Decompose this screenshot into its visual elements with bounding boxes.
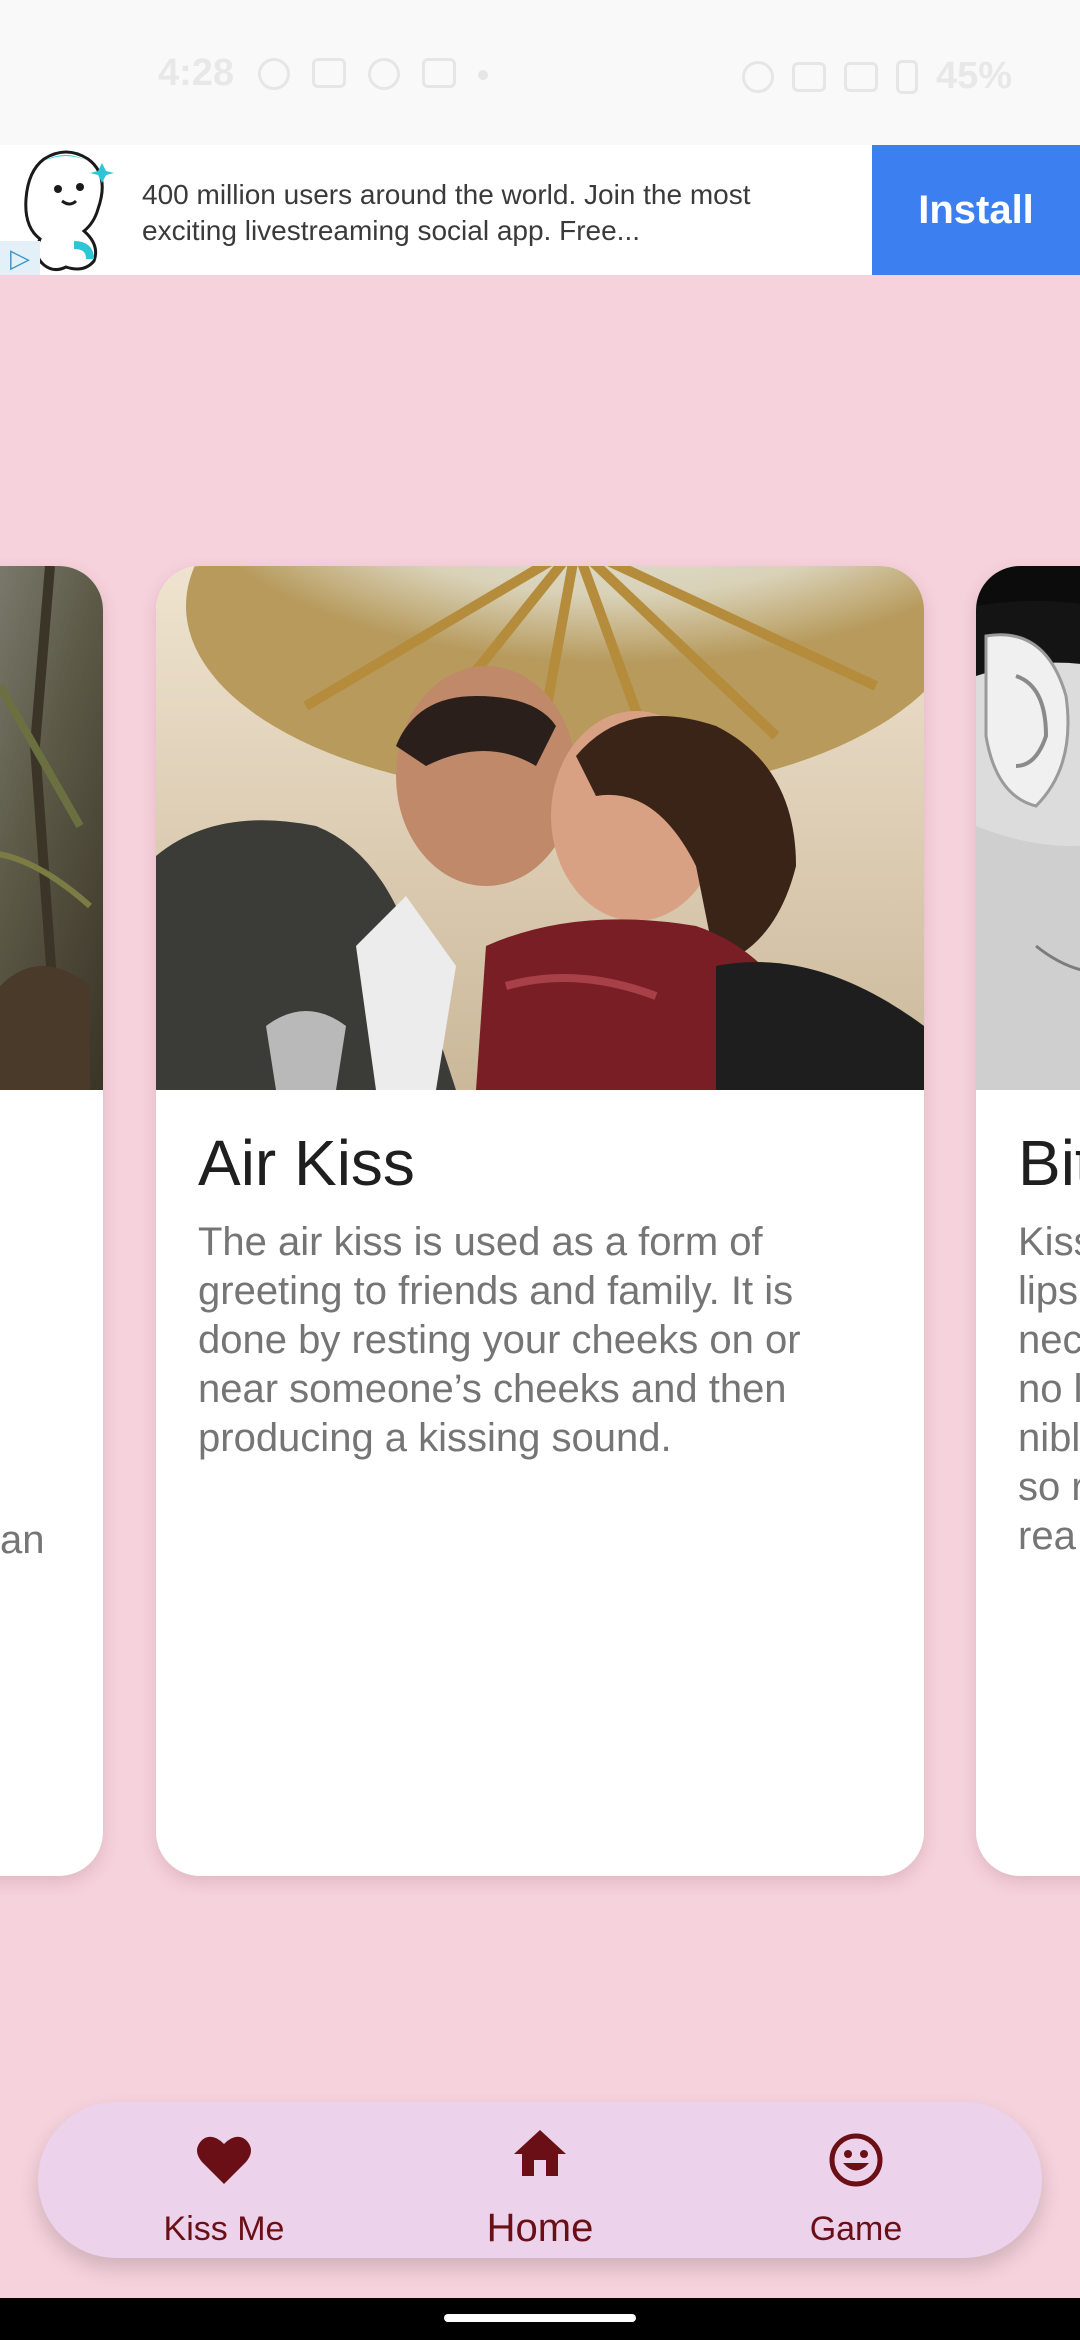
smiley-icon bbox=[829, 2133, 883, 2187]
nav-item-kiss-me[interactable]: Kiss Me bbox=[104, 2102, 344, 2258]
couple-kiss-photo bbox=[156, 566, 924, 1090]
nav-item-game[interactable]: Game bbox=[736, 2102, 976, 2258]
status-time: 4:28 bbox=[158, 52, 235, 94]
home-icon bbox=[514, 2130, 566, 2176]
battery-icon bbox=[896, 59, 918, 94]
adchoices-icon[interactable]: ▷ bbox=[0, 241, 40, 275]
desc-line: lips bbox=[1018, 1269, 1079, 1313]
dot-icon bbox=[478, 70, 488, 80]
gesture-handle[interactable] bbox=[444, 2314, 636, 2322]
bw-portrait-photo bbox=[976, 566, 1080, 1090]
card-description-lines: Kiss lips nec no l nibl so r rea bbox=[1018, 1218, 1080, 1561]
nav-label: Kiss Me bbox=[163, 2210, 285, 2248]
dnd-icon bbox=[742, 60, 774, 93]
person-icon bbox=[258, 58, 290, 90]
kiss-card-air-kiss[interactable]: Air Kiss The air kiss is used as a form … bbox=[156, 566, 924, 1876]
ad-banner[interactable]: ▷ 400 million users around the world. Jo… bbox=[0, 145, 1080, 275]
card-image bbox=[0, 566, 103, 1090]
card-description-fragment: an bbox=[0, 1518, 45, 1562]
card-image bbox=[976, 566, 1080, 1090]
desc-line: no l bbox=[1018, 1367, 1080, 1411]
card-description: The air kiss is used as a form of greeti… bbox=[198, 1220, 801, 1460]
card-image bbox=[156, 566, 924, 1090]
system-navigation-bar bbox=[0, 2298, 1080, 2340]
desc-line: nibl bbox=[1018, 1416, 1080, 1460]
battery-percent: 45% bbox=[936, 55, 1013, 97]
desc-line: so r bbox=[1018, 1465, 1080, 1509]
signal-icon bbox=[844, 61, 878, 92]
desc-line: nec bbox=[1018, 1318, 1080, 1362]
ad-text: 400 million users around the world. Join… bbox=[142, 179, 751, 246]
app-screen: 4:28 45% ▷ 400 million users around the … bbox=[0, 0, 1080, 2340]
bottom-navigation: Kiss Me Home Game bbox=[38, 2102, 1042, 2258]
nav-item-home[interactable]: Home bbox=[420, 2102, 660, 2258]
nav-label: Game bbox=[809, 2210, 903, 2248]
desc-line: rea bbox=[1018, 1514, 1076, 1558]
desc-line: Kiss bbox=[1018, 1220, 1080, 1264]
signal-h-icon bbox=[792, 61, 826, 92]
kiss-card-previous[interactable]: an bbox=[0, 566, 103, 1876]
call-icon bbox=[368, 58, 400, 90]
kiss-card-next[interactable]: Bit Kiss lips nec no l nibl so r rea bbox=[976, 566, 1080, 1876]
youtube-icon bbox=[422, 58, 456, 88]
card-title: Bit bbox=[1018, 1127, 1080, 1199]
heart-icon bbox=[197, 2136, 251, 2184]
status-bar: 4:28 45% bbox=[0, 0, 1080, 145]
nav-label: Home bbox=[486, 2206, 594, 2250]
card-title: Air Kiss bbox=[198, 1127, 415, 1199]
forest-photo bbox=[0, 566, 103, 1090]
message-icon bbox=[312, 58, 346, 88]
install-button[interactable]: Install bbox=[872, 145, 1080, 275]
